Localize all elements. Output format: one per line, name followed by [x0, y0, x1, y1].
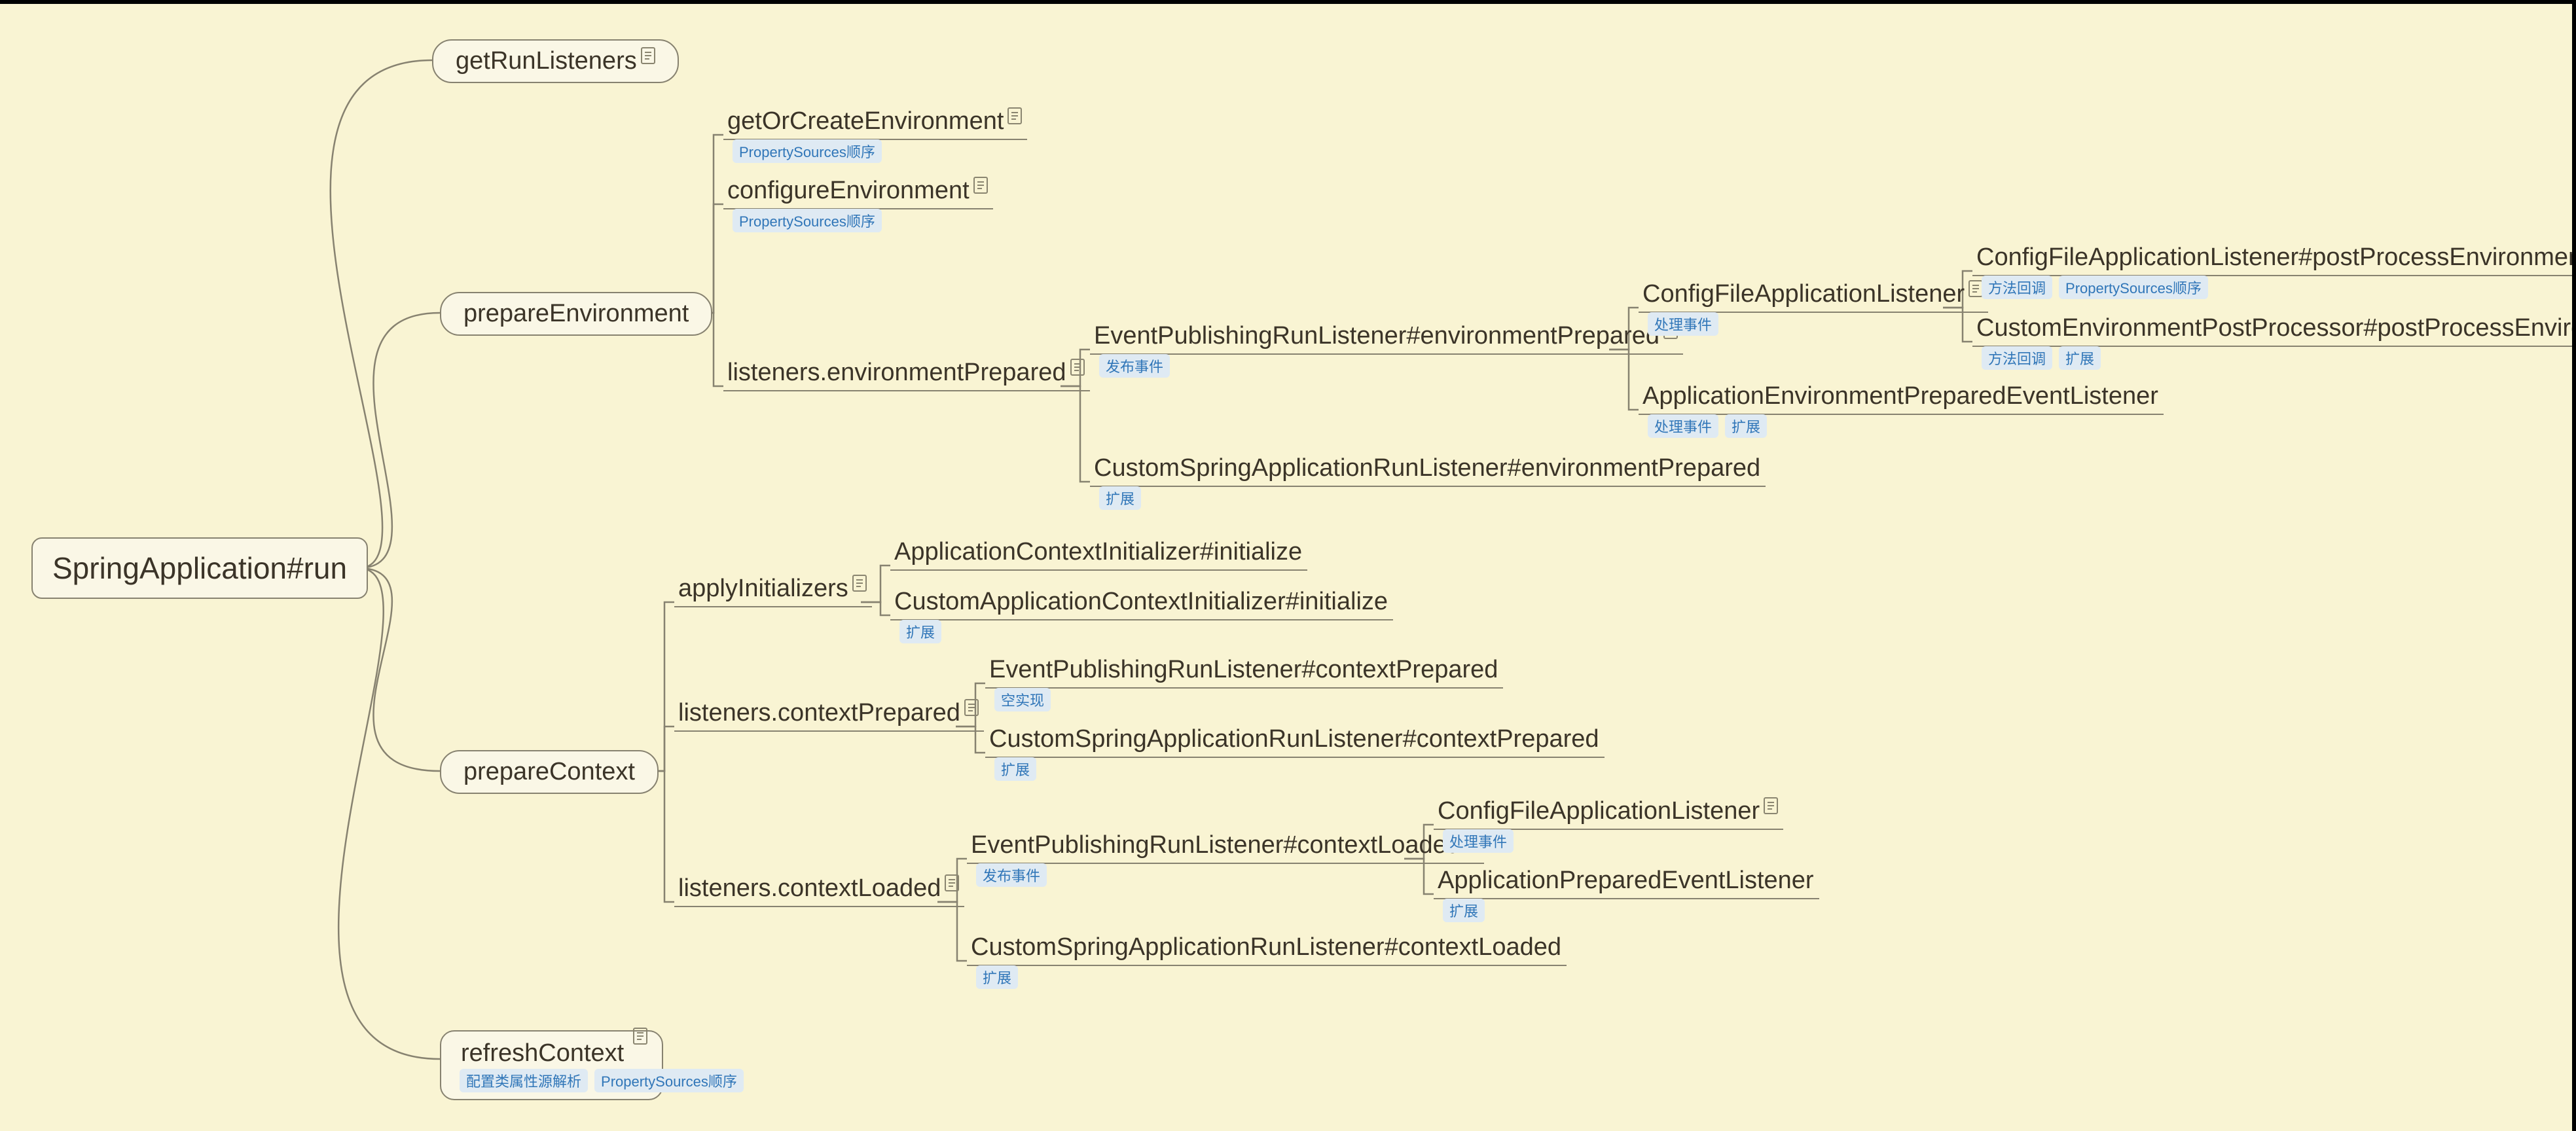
label: configureEnvironment — [727, 177, 970, 204]
node-getRunListeners[interactable]: getRunListeners — [432, 39, 679, 83]
note-icon — [852, 575, 867, 592]
label: ApplicationContextInitializer#initialize — [894, 538, 1302, 566]
label: listeners.environmentPrepared — [727, 359, 1066, 386]
node-appPreparedEventListener[interactable]: ApplicationPreparedEventListener 扩展 — [1434, 867, 1819, 895]
note-icon — [641, 47, 655, 64]
tag: 配置类属性源解析 — [460, 1069, 588, 1092]
mindmap-canvas[interactable]: SpringApplication#run getRunListeners pr… — [0, 0, 2576, 1131]
tag: PropertySources顺序 — [594, 1069, 744, 1092]
tag: 扩展 — [1099, 486, 1141, 510]
note-icon — [1968, 280, 1983, 297]
label: refreshContext — [461, 1039, 624, 1067]
node-prepareContext[interactable]: prepareContext — [440, 750, 659, 794]
label: CustomEnvironmentPostProcessor#postProce… — [1976, 314, 2576, 342]
root-label: SpringApplication#run — [31, 537, 368, 599]
label: listeners.contextLoaded — [678, 874, 941, 902]
root-node[interactable]: SpringApplication#run — [31, 537, 368, 599]
label: CustomSpringApplicationRunListener#conte… — [989, 725, 1599, 753]
tag: 扩展 — [1725, 414, 1767, 438]
label: getOrCreateEnvironment — [727, 107, 1004, 135]
node-refreshContext[interactable]: refreshContext 配置类属性源解析 PropertySources顺… — [440, 1030, 663, 1100]
label: listeners.contextPrepared — [678, 699, 960, 727]
node-configFilePostProcessEnv[interactable]: ConfigFileApplicationListener#postProces… — [1972, 243, 2576, 272]
tag: 发布事件 — [976, 863, 1047, 887]
node-appEnvPreparedEventListener[interactable]: ApplicationEnvironmentPreparedEventListe… — [1639, 382, 2164, 410]
label: CustomSpringApplicationRunListener#conte… — [971, 933, 1561, 961]
label: ApplicationEnvironmentPreparedEventListe… — [1642, 382, 2158, 410]
note-icon — [1007, 107, 1022, 124]
note-icon — [973, 177, 988, 194]
tag: 处理事件 — [1648, 414, 1718, 438]
label: CustomApplicationContextInitializer#init… — [894, 588, 1388, 615]
node-applyInitializers[interactable]: applyInitializers — [674, 575, 872, 603]
node-listeners-contextLoaded[interactable]: listeners.contextLoaded — [674, 874, 964, 903]
label: ConfigFileApplicationListener#postProces… — [1976, 243, 2576, 271]
tag: 扩展 — [994, 757, 1036, 781]
tag: PropertySources顺序 — [733, 209, 882, 232]
tag: 方法回调 — [1982, 346, 2052, 370]
node-eventPubCtxPrepared[interactable]: EventPublishingRunListener#contextPrepar… — [985, 656, 1503, 684]
note-icon — [1070, 359, 1085, 376]
tag: 处理事件 — [1648, 312, 1718, 336]
tag: PropertySources顺序 — [2059, 276, 2208, 299]
tag: PropertySources顺序 — [733, 139, 882, 163]
node-customAppCtxInitialize[interactable]: CustomApplicationContextInitializer#init… — [890, 588, 1393, 616]
tag: 扩展 — [2059, 346, 2101, 370]
label: getRunListeners — [456, 47, 637, 75]
note-icon — [633, 1028, 647, 1045]
label: ConfigFileApplicationListener — [1642, 280, 1965, 308]
node-prepareEnvironment[interactable]: prepareEnvironment — [440, 292, 712, 336]
node-appCtxInitialize[interactable]: ApplicationContextInitializer#initialize — [890, 538, 1307, 566]
tag: 处理事件 — [1443, 829, 1514, 853]
node-customRunListenerCtxLoaded[interactable]: CustomSpringApplicationRunListener#conte… — [967, 933, 1567, 961]
label: applyInitializers — [678, 575, 848, 602]
tag: 扩展 — [1443, 899, 1485, 922]
note-icon — [964, 699, 979, 716]
note-icon — [945, 874, 959, 891]
node-getOrCreateEnvironment[interactable]: getOrCreateEnvironment PropertySources顺序 — [723, 107, 1027, 135]
tag: 方法回调 — [1982, 276, 2052, 299]
tag: 扩展 — [899, 620, 941, 643]
node-customRunListenerCtxPrepared[interactable]: CustomSpringApplicationRunListener#conte… — [985, 725, 1605, 753]
node-listeners-contextPrepared[interactable]: listeners.contextPrepared — [674, 699, 984, 727]
node-eventPubCtxLoaded[interactable]: EventPublishingRunListener#contextLoaded… — [967, 831, 1484, 859]
label: ApplicationPreparedEventListener — [1438, 867, 1814, 894]
node-configFileAppListener[interactable]: ConfigFileApplicationListener 处理事件 — [1639, 280, 1988, 308]
label: prepareEnvironment — [440, 292, 712, 336]
node-eventPubEnvPrepared[interactable]: EventPublishingRunListener#environmentPr… — [1090, 322, 1683, 350]
label: EventPublishingRunListener#contextLoaded — [971, 831, 1460, 859]
note-icon — [1764, 797, 1778, 814]
tag: 发布事件 — [1099, 354, 1170, 378]
label: CustomSpringApplicationRunListener#envir… — [1094, 454, 1760, 482]
label: EventPublishingRunListener#environmentPr… — [1094, 322, 1660, 350]
node-configureEnvironment[interactable]: configureEnvironment PropertySources顺序 — [723, 177, 993, 205]
tag: 空实现 — [994, 688, 1051, 711]
tag: 扩展 — [976, 965, 1018, 989]
label: EventPublishingRunListener#contextPrepar… — [989, 656, 1498, 683]
node-customEnvPostProcessor[interactable]: CustomEnvironmentPostProcessor#postProce… — [1972, 314, 2576, 342]
label: ConfigFileApplicationListener — [1438, 797, 1760, 825]
node-customRunListenerEnvPrepared[interactable]: CustomSpringApplicationRunListener#envir… — [1090, 454, 1766, 482]
node-configFileAppListener2[interactable]: ConfigFileApplicationListener 处理事件 — [1434, 797, 1783, 825]
node-listeners-envPrepared[interactable]: listeners.environmentPrepared — [723, 359, 1090, 387]
label: prepareContext — [440, 750, 659, 794]
